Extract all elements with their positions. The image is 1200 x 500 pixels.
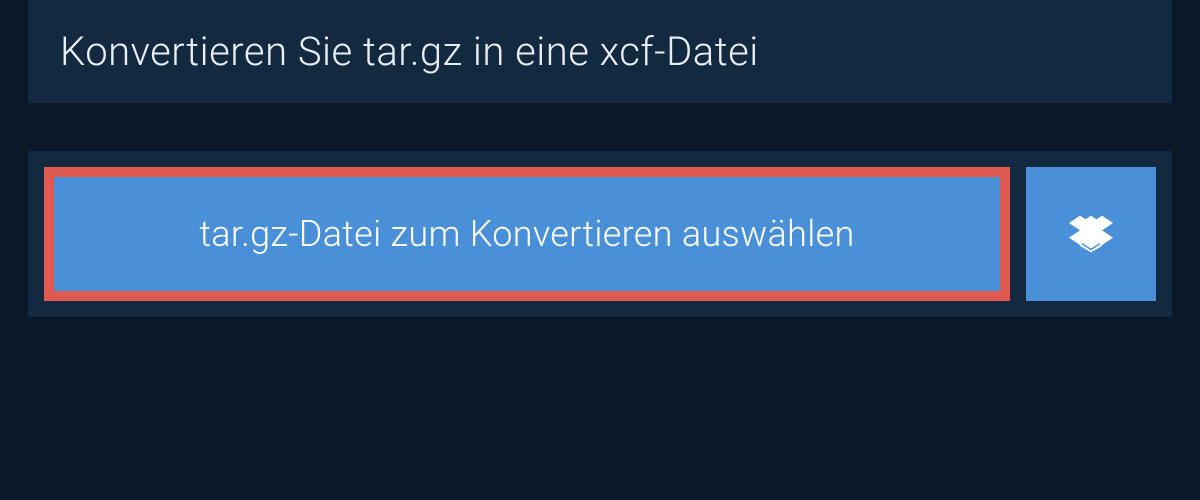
upload-panel: tar.gz-Datei zum Konvertieren auswählen [28, 151, 1172, 317]
dropbox-button[interactable] [1026, 167, 1156, 301]
page-title: Konvertieren Sie tar.gz in eine xcf-Date… [60, 28, 1140, 75]
select-file-button[interactable]: tar.gz-Datei zum Konvertieren auswählen [44, 167, 1010, 301]
dropbox-icon [1069, 212, 1113, 256]
select-file-label: tar.gz-Datei zum Konvertieren auswählen [199, 213, 854, 255]
header-bar: Konvertieren Sie tar.gz in eine xcf-Date… [28, 0, 1172, 103]
